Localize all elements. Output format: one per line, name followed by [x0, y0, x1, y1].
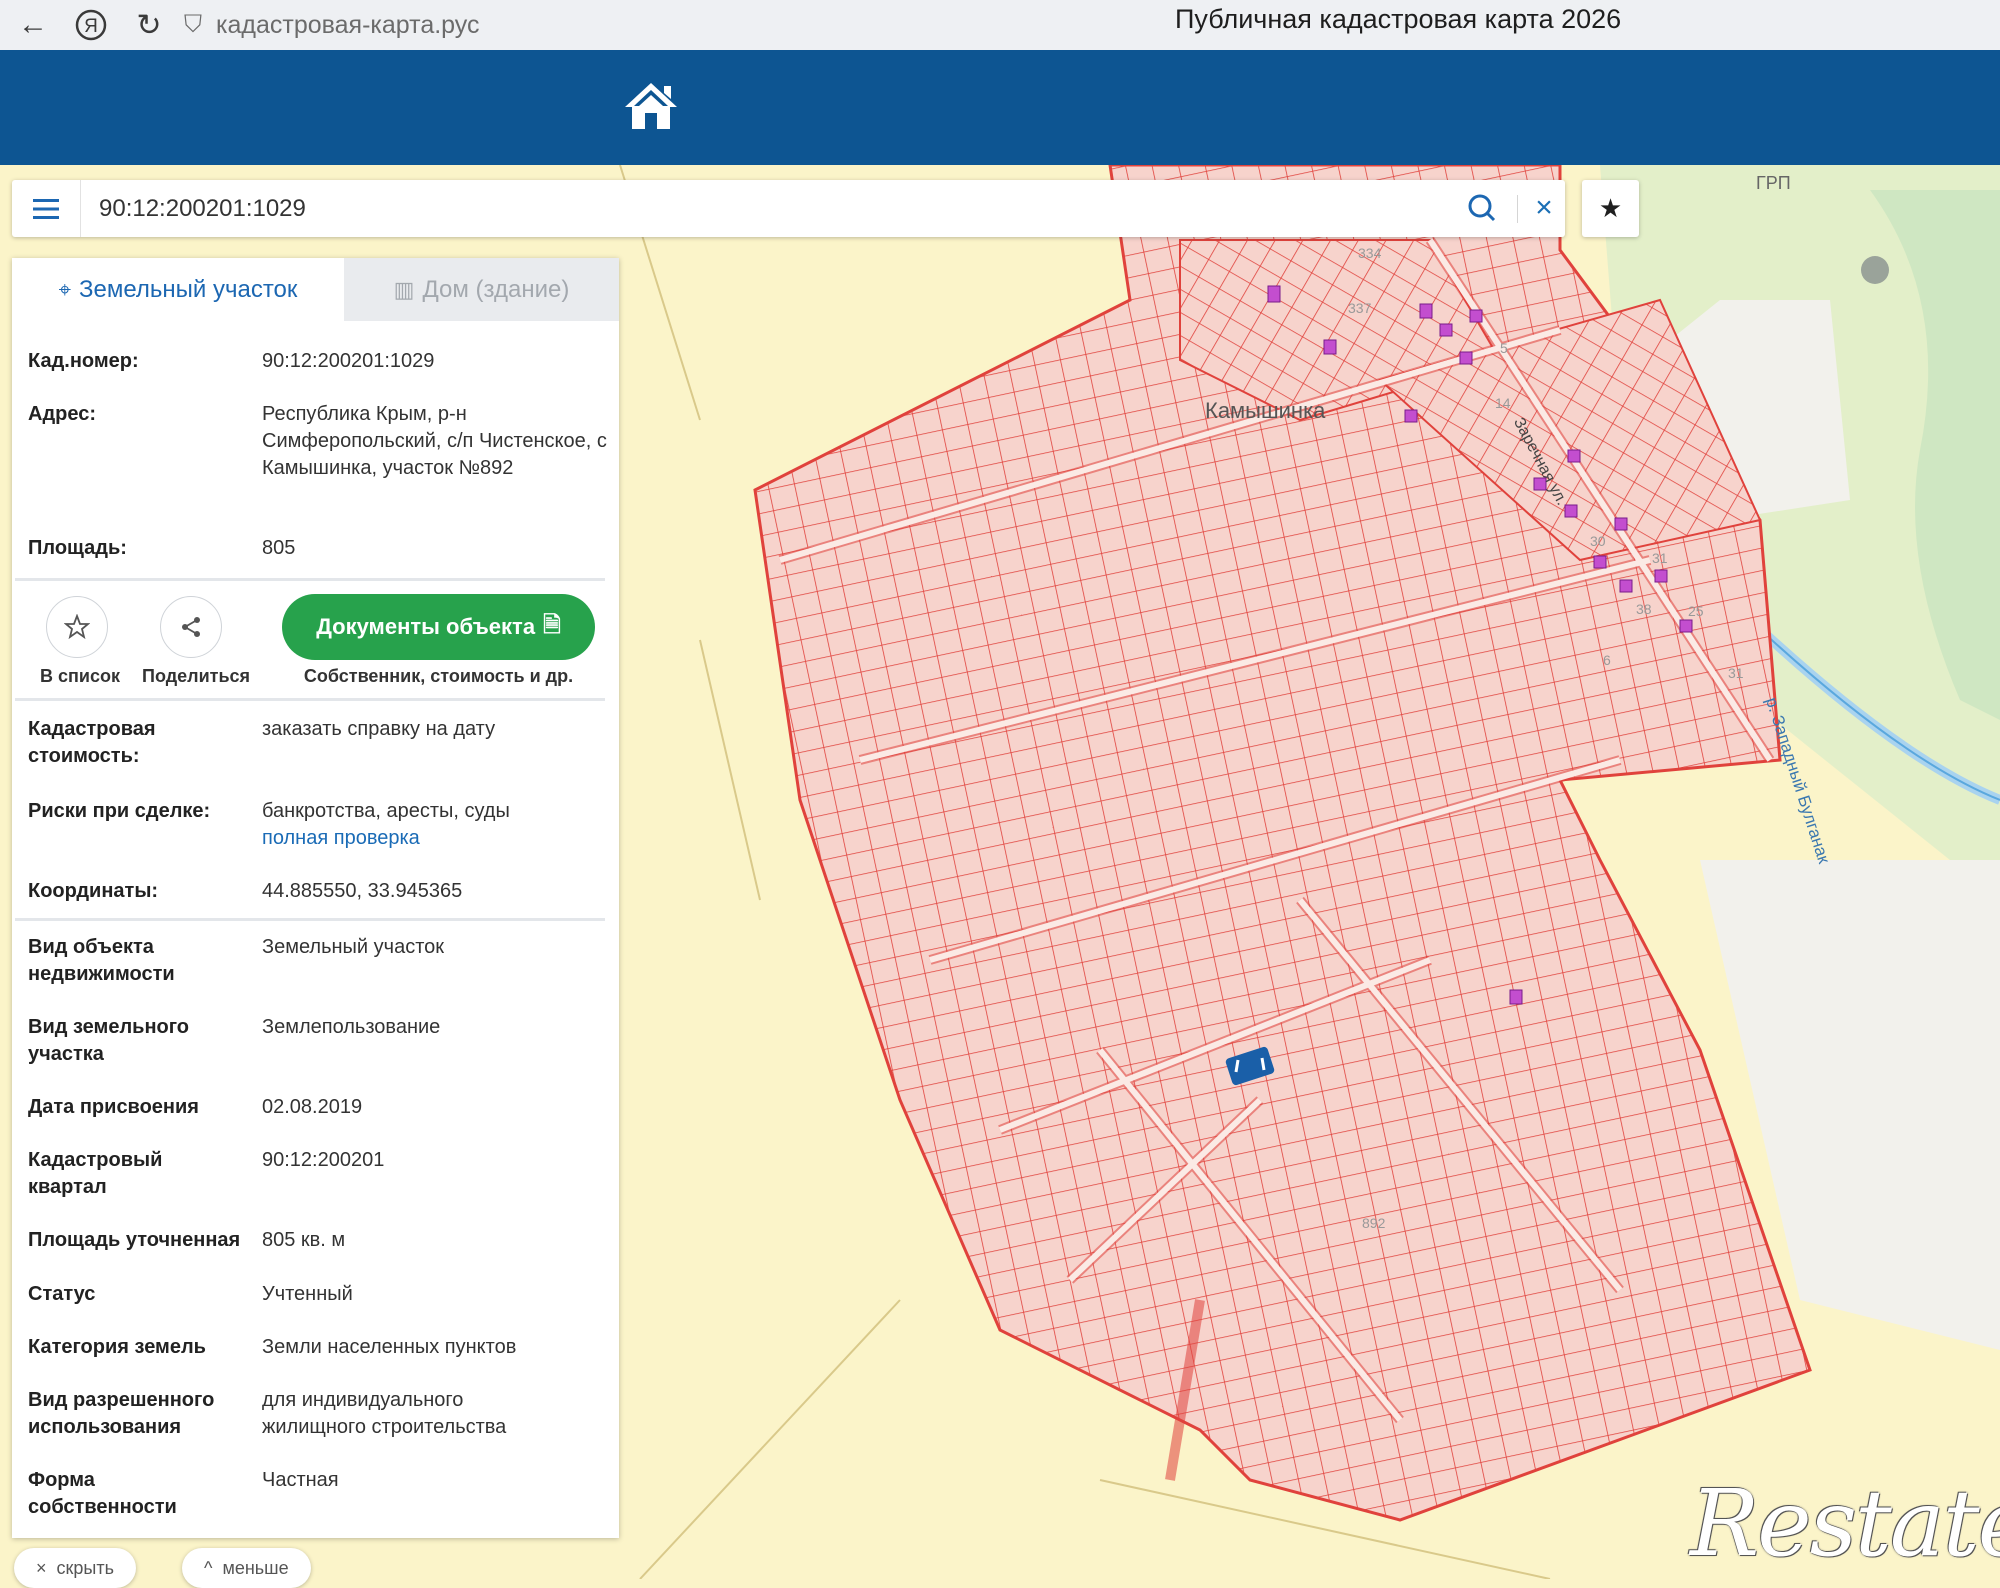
back-arrow-icon[interactable]: ←	[8, 3, 58, 47]
divider	[1517, 195, 1518, 223]
field-value: для индивидуального жилищного строительс…	[262, 1389, 507, 1438]
risks-value-block: банкротства, аресты, суды полная проверк…	[262, 798, 607, 852]
field-label: Кадастровая стоимость:	[28, 718, 156, 767]
field-value: 805 кв. м	[262, 1229, 346, 1251]
field-value: Земельный участок	[262, 936, 445, 958]
divider	[15, 698, 605, 701]
field-label: Категория земель	[28, 1336, 206, 1358]
field-label: Дата присвоения	[28, 1096, 199, 1118]
field-label: Вид объекта недвижимости	[28, 936, 175, 985]
divider	[15, 918, 605, 921]
field-label: Площадь:	[28, 537, 127, 559]
field-label: Риски при сделке:	[28, 800, 211, 822]
map-label-plot: 14	[1495, 395, 1511, 411]
field-value: 90:12:200201	[262, 1149, 385, 1171]
order-certificate-link[interactable]: заказать справку на дату	[262, 716, 607, 743]
map-label-plot: 25	[1688, 603, 1704, 619]
menu-button[interactable]	[12, 180, 81, 237]
map-label-plot: 892	[1362, 1215, 1386, 1231]
field-label: Площадь уточненная	[28, 1229, 241, 1251]
field-value: банкротства, аресты, суды	[262, 800, 510, 822]
close-icon[interactable]: ×	[1530, 193, 1558, 223]
building-icon: ▥	[393, 276, 415, 302]
field-value: 805	[262, 537, 296, 559]
panel-tabs: ⌖ Земельный участок ▥ Дом (здание)	[12, 258, 619, 321]
field-value: Учтенный	[262, 1283, 353, 1305]
field-label: Кад.номер:	[28, 350, 139, 372]
less-button[interactable]: ^ меньше	[182, 1548, 311, 1588]
tab-building[interactable]: ▥ Дом (здание)	[344, 258, 619, 321]
map-label-plot: 334	[1358, 245, 1382, 261]
field-label: Адрес:	[28, 403, 96, 425]
tab-land-plot[interactable]: ⌖ Земельный участок	[12, 258, 344, 321]
share-label: Поделиться	[142, 666, 251, 686]
add-to-list-button[interactable]	[46, 596, 108, 658]
close-icon: ×	[36, 1557, 47, 1578]
map-label-grp: ГРП	[1756, 173, 1791, 193]
cad-number-link[interactable]: 90:12:200201:1029	[262, 348, 607, 375]
home-icon[interactable]	[622, 80, 680, 132]
field-label: Координаты:	[28, 880, 159, 902]
less-label: меньше	[222, 1557, 289, 1578]
field-label: Кадастровый квартал	[28, 1149, 163, 1198]
field-label: Вид земельного участка	[28, 1016, 190, 1065]
page-title: Публичная кадастровая карта 2026	[1175, 4, 1622, 34]
share-icon	[182, 617, 200, 637]
hamburger-icon	[33, 198, 59, 219]
hide-panel-button[interactable]: × скрыть	[14, 1548, 136, 1588]
map-label-plot: 337	[1348, 300, 1372, 316]
field-value: 02.08.2019	[262, 1096, 363, 1118]
add-to-list-label: В список	[40, 666, 120, 686]
field-label: Вид разрешенного использования	[28, 1389, 215, 1438]
address-bar[interactable]: ⛉ кадастровая-карта.рус	[184, 5, 480, 45]
field-value: 44.885550, 33.945365	[262, 880, 463, 902]
map-label-village: Камышинка	[1205, 398, 1326, 423]
documents-button[interactable]: Документы объекта 🗎	[282, 594, 595, 660]
field-value: Частная	[262, 1469, 339, 1491]
documents-label: Документы объекта	[316, 614, 536, 639]
info-panel: ⌖ Земельный участок ▥ Дом (здание) Кад.н…	[12, 258, 619, 1538]
shield-icon: ⛉	[184, 11, 202, 38]
map-label-plot: 30	[1590, 533, 1606, 549]
search-bar: ×	[12, 180, 1565, 237]
document-icon: 🗎	[543, 612, 561, 637]
documents-subtitle: Собственник, стоимость и др.	[303, 666, 574, 686]
map-label-plot: 6	[1603, 652, 1611, 668]
location-pin-icon: ⌖	[58, 276, 71, 302]
svg-text:Я: Я	[84, 16, 98, 37]
hide-label: скрыть	[56, 1557, 114, 1578]
field-value: Землепользование	[262, 1016, 441, 1038]
divider	[15, 578, 605, 581]
reload-icon[interactable]: ↻	[124, 3, 174, 47]
map-label-plot: 38	[1636, 601, 1652, 617]
map-label-plot: 31	[1652, 550, 1668, 566]
share-button[interactable]	[160, 596, 222, 658]
star-outline-icon	[64, 614, 90, 640]
browser-toolbar: ← Я ↻ ⛉ кадастровая-карта.рус	[0, 0, 2000, 50]
watermark-logo: Restate	[1690, 1470, 2000, 1577]
search-icon[interactable]	[1467, 193, 1497, 223]
field-label: Форма собственности	[28, 1469, 177, 1518]
map-label-plot: 31	[1728, 665, 1744, 681]
map-label-plot: 5	[1500, 340, 1508, 356]
favorites-star-button[interactable]: ★	[1582, 180, 1639, 237]
app-header	[0, 50, 2000, 165]
tab-label: Дом (здание)	[422, 275, 570, 303]
url-text: кадастровая-карта.рус	[216, 10, 480, 39]
full-check-link[interactable]: полная проверка	[262, 825, 607, 852]
field-value: Земли населенных пунктов	[262, 1336, 517, 1358]
yandex-icon[interactable]: Я	[66, 3, 116, 47]
field-value: Республика Крым, р-н Симферопольский, с/…	[262, 403, 607, 479]
field-label: Статус	[28, 1283, 96, 1305]
search-input[interactable]	[97, 189, 1441, 229]
chevron-up-icon: ^	[204, 1557, 213, 1578]
tab-label: Земельный участок	[78, 275, 298, 303]
